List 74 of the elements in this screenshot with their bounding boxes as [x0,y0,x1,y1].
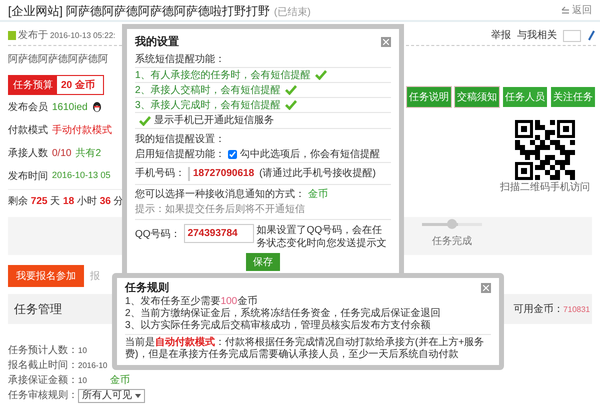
task-description: 阿萨德阿萨德阿萨德阿 [8,52,109,67]
phone-note: (请通过此手机号接收提醒) [259,166,376,181]
form-label: 报名截止时间： [8,358,78,373]
coins-label: 可用金币：710831 [513,302,590,316]
form-label: 任务预计人数： [8,344,78,358]
audit-select[interactable]: 所有人可见 [78,388,145,402]
field-label: QQ号码： [135,228,181,242]
related-input[interactable] [563,30,581,42]
field-label: 手机号码： [135,166,185,181]
info-label: 发布会员 [8,100,48,114]
info-value: 手动付款模式 [52,124,112,138]
join-button[interactable]: 我要报名参加 [8,265,84,287]
rule-text: 1、发布任务至少需要100金币 [125,296,258,308]
member-level-icon [8,31,16,40]
qq-field[interactable]: 274393784 [184,224,254,243]
report-link[interactable]: 举报 [491,28,511,43]
info-value: 0/10 [52,146,72,160]
back-link[interactable]: 返回 [561,3,592,20]
join-note: 报 [90,270,100,284]
qq-penguin-icon [92,102,102,112]
sms-enable-checkbox[interactable] [228,150,237,159]
task-action-button[interactable]: 任务人员 [502,86,548,108]
close-icon [383,39,389,45]
task-action-button[interactable]: 交稿须知 [454,86,500,108]
task-action-button[interactable]: 关注任务 [550,86,596,108]
method-value: 金币 [308,188,328,202]
info-value: 2016-10-13 05 [52,169,111,182]
status-label: (已结束) [274,6,311,20]
sms-rule: 3、承接人完成时，会有短信提醒 [135,98,281,112]
related-label: 与我相关 [517,28,557,43]
info-value: 1610ied [52,100,88,114]
qq-note: 如果设置了QQ号码，会在任务状态变化时向您发送提示文 [256,224,388,250]
dialog-title: 我的设置 [135,34,179,50]
phone-field[interactable]: 18727090618 [188,166,256,180]
save-button[interactable]: 保存 [246,253,280,271]
back-icon [561,6,570,15]
activation-status: 显示手机已开通此短信服务 [154,114,274,128]
posted-time: 2016-10-13 05:22: [50,30,116,42]
qr-code-icon [515,120,575,180]
rule-text: 2、当前方缴纳保证金后，系统将冻结任务资金，任务完成后保证金退回 [125,308,442,320]
sms-rule: 2、承接人交稿时，会有短信提醒 [135,84,281,98]
form-field[interactable]: 10 [78,344,108,356]
info-extra: 共有2 [75,146,102,160]
method-hint: 提示：如果提交任务后则将不开通短信 [135,202,306,217]
form-label: 任务审核规则： [8,388,78,403]
method-label: 您可以选择一种接收消息通知的方式： [135,188,305,202]
close-button[interactable] [381,37,391,47]
unit-label: 金币 [110,374,130,388]
dropdown-icon [135,394,141,398]
info-label: 发布时间 [8,170,48,184]
remaining-time: 剩余 725 天 18 小时 36 分 [8,194,124,209]
page-title: [企业网站] 阿萨德阿萨德阿萨德阿萨德啦打野打野 [8,3,270,20]
progress-step: 任务完成 [432,234,472,249]
budget-value: 20 金币 [60,78,96,92]
checkbox-note: 勾中此选项后，你会有短信提醒 [240,148,380,162]
sms-rule: 1、有人承接您的任务时，会有短信提醒 [135,68,311,82]
posted-label: 发布于 [18,29,48,43]
info-label: 承接人数 [8,146,48,160]
info-label: 付款模式 [8,124,48,138]
budget-label: 任务预算 [9,76,57,94]
form-field[interactable]: 10 [78,374,108,386]
manage-title: 任务管理 [14,301,62,318]
dialog-title: 任务规则 [125,280,169,296]
task-action-button[interactable]: 任务说明 [406,86,452,108]
close-icon [483,285,489,291]
form-field[interactable]: 2016-10 [78,360,108,372]
field-label: 启用短信提醒功能： [135,148,225,162]
form-label: 承接保证金额： [8,374,78,388]
rule-text: 3、以方实际任务完成后交稿审核成功，管理员核实后发布方支付余额 [125,320,432,332]
payment-note: 当前是自动付款模式：付款将根据任务完成情况自动打款给承接方(并在上方+服务费)，但是在承接方任务完成后需要确认承接人员，至少一天后系统自动付款 [125,334,491,361]
section-title: 系统短信提醒功能： [135,52,391,68]
section-title: 我的短信提醒设置： [135,132,226,147]
close-button[interactable] [481,283,491,293]
qr-caption: 扫描二维码手机访问 [500,180,590,195]
